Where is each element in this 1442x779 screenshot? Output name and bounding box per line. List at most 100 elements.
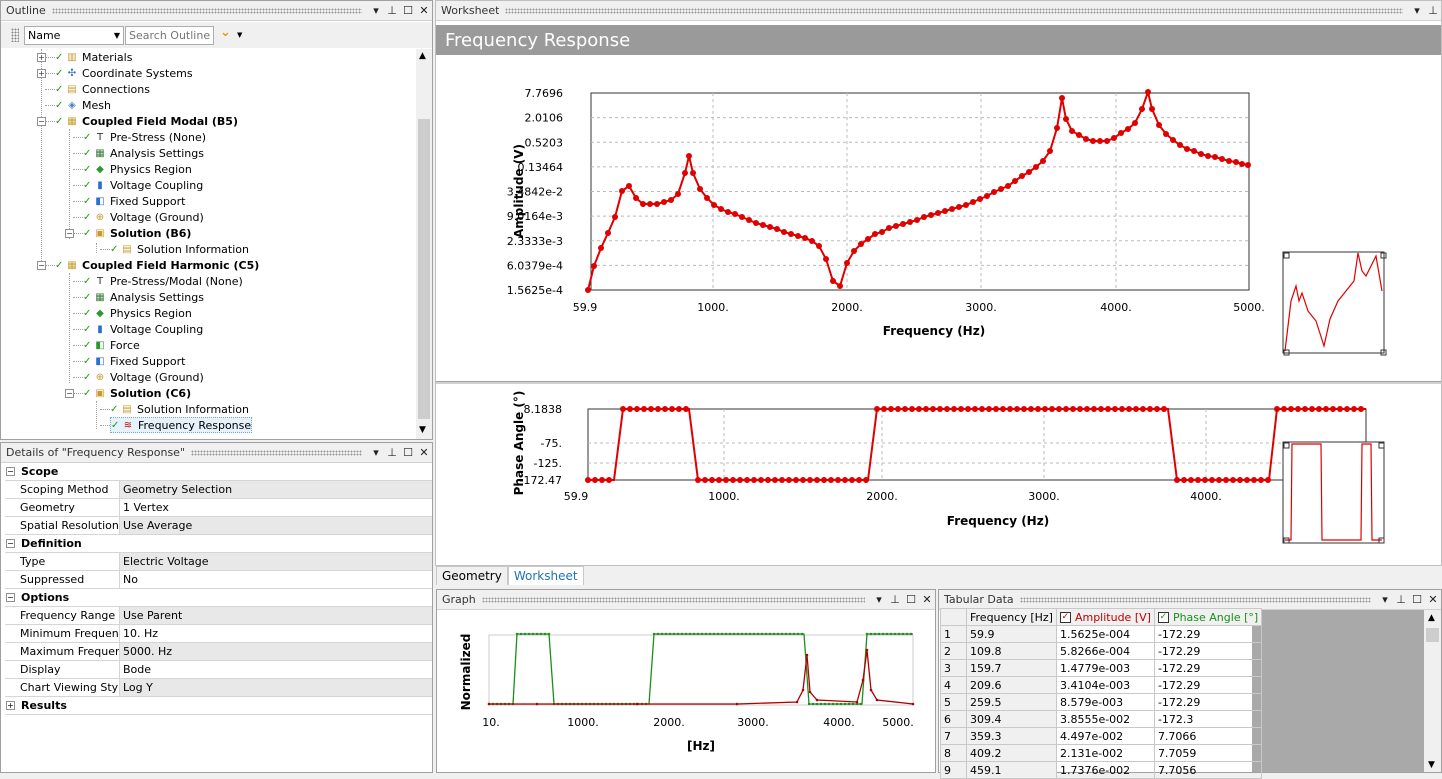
tree-item[interactable]: ✓ ◧ Fixed Support [83,193,186,209]
scroll-up-icon[interactable]: ▲ [1428,613,1435,623]
details-row[interactable]: Display Bode [5,661,432,679]
outline-scrollbar[interactable]: ▲ ▼ [416,49,432,439]
scroll-up-icon[interactable]: ▲ [419,51,426,61]
titlebar-grip[interactable] [51,7,362,14]
table-row[interactable]: 3 159.7 1.4779e-003 -172.29 [940,659,1263,677]
details-row[interactable]: Suppressed No [5,571,432,589]
tree-item[interactable]: ✓ ▮ Voltage Coupling [83,321,203,337]
property-value[interactable]: Bode [120,661,432,678]
tree-item[interactable]: ✓ ▦ Coupled Field Harmonic (C5) [55,257,259,273]
section-toggle-icon[interactable]: − [6,539,15,548]
titlebar-grip[interactable] [191,449,362,456]
tree-item[interactable]: ✓ ≋ Frequency Response [110,417,253,433]
menu-arrow-icon[interactable]: ▾ [1377,592,1393,608]
property-value[interactable]: Log Y [120,679,432,696]
col-amplitude[interactable]: ✓ Amplitude [V] [1055,608,1155,626]
close-icon[interactable]: ✕ [919,592,935,608]
menu-arrow-icon[interactable]: ▾ [871,592,887,608]
table-row[interactable]: 7 359.3 4.497e-002 7.7066 [940,727,1263,745]
tab-worksheet[interactable]: Worksheet [507,566,584,585]
section-toggle-icon[interactable]: + [6,701,15,710]
tree-item[interactable]: ✓ ▦ Coupled Field Modal (B5) [55,113,238,129]
close-icon[interactable]: ✕ [416,445,432,461]
property-value[interactable]: No [120,571,432,588]
details-row[interactable]: Geometry 1 Vertex [5,499,432,517]
details-row[interactable]: Scoping Method Geometry Selection [5,481,432,499]
table-row[interactable]: 1 59.9 1.5625e-004 -172.29 [940,625,1263,643]
tree-item[interactable]: ✓ T Pre-Stress (None) [83,129,206,145]
property-value[interactable]: 10. Hz [120,625,432,642]
property-value[interactable]: Use Average [120,517,432,534]
pin-icon[interactable]: ⊥ [384,3,400,19]
details-section[interactable]: − Scope [5,463,432,481]
scroll-thumb[interactable] [418,119,430,419]
tree-item[interactable]: ✓ ◧ Fixed Support [83,353,186,369]
menu-arrow-icon[interactable]: ▾ [368,445,384,461]
tabular-scrollbar[interactable]: ▲ ▼ [1424,610,1441,772]
property-value[interactable]: 5000. Hz [120,643,432,660]
details-row[interactable]: Minimum Frequency10. Hz [5,625,432,643]
name-select[interactable]: Name ▼ [24,26,124,45]
details-section[interactable]: + Results [5,697,432,715]
col-frequency[interactable]: Frequency [Hz] [966,608,1057,626]
search-outline-input[interactable] [125,26,214,45]
tree-item[interactable]: ✓ ▦ Analysis Settings [83,145,204,161]
details-row[interactable]: Maximum Frequency5000. Hz [5,643,432,661]
tree-item[interactable]: ✓ ◆ Physics Region [83,161,192,177]
tree-item[interactable]: ✓ ✣ Coordinate Systems [55,65,193,81]
maximize-icon[interactable]: ☐ [400,445,416,461]
tree-item[interactable]: ✓ ▤ Solution Information [110,241,249,257]
table-row[interactable]: 8 409.2 2.131e-002 7.7059 [940,744,1263,762]
details-row[interactable]: Chart Viewing Style Log Y [5,679,432,697]
property-value[interactable]: Electric Voltage [120,553,432,570]
table-row[interactable]: 5 259.5 8.579e-003 -172.29 [940,693,1263,711]
section-toggle-icon[interactable]: − [6,467,15,476]
phase-checkbox[interactable]: ✓ [1157,612,1169,623]
menu-arrow-icon[interactable]: ▾ [368,3,384,19]
scroll-down-icon[interactable]: ▼ [419,425,426,435]
col-phase[interactable]: ✓ Phase Angle [°] [1153,608,1263,626]
tree-item[interactable]: ✓ ▣ Solution (C6) [83,385,191,401]
amplitude-checkbox[interactable]: ✓ [1059,612,1071,623]
tree-item[interactable]: ✓ T Pre-Stress/Modal (None) [83,273,243,289]
details-row[interactable]: Frequency Range Use Parent [5,607,432,625]
pin-icon[interactable]: ⊥ [1393,592,1409,608]
property-value[interactable]: 1 Vertex [120,499,432,516]
tab-geometry[interactable]: Geometry [436,566,508,585]
scroll-thumb[interactable] [1426,628,1439,642]
details-section[interactable]: − Options [5,589,432,607]
table-row[interactable]: 2 109.8 5.8266e-004 -172.29 [940,642,1263,660]
tree-item[interactable]: ✓ ▤ Solution Information [110,401,249,417]
tree-item[interactable]: ✓ ◆ Physics Region [83,305,192,321]
tree-item[interactable]: ✓ ▦ Analysis Settings [83,289,204,305]
section-toggle-icon[interactable]: − [6,593,15,602]
details-row[interactable]: Type Electric Voltage [5,553,432,571]
table-row[interactable]: 9 459.1 1.7376e-002 7.7056 [940,761,1263,779]
close-icon[interactable]: ✕ [416,3,432,19]
scroll-down-icon[interactable]: ▼ [1428,760,1435,770]
property-value[interactable]: Geometry Selection [120,481,432,498]
tree-item[interactable]: ✓ ▤ Connections [55,81,150,97]
property-value[interactable]: Use Parent [120,607,432,624]
pin-icon[interactable]: ⊥ [887,592,903,608]
maximize-icon[interactable]: ☐ [1409,592,1425,608]
tree-item[interactable]: ✓ ▮ Voltage Coupling [83,177,203,193]
details-row[interactable]: Spatial Resolution Use Average [5,517,432,535]
table-row[interactable]: 4 209.6 3.4104e-003 -172.29 [940,676,1263,694]
tree-item[interactable]: ✓ ⊕ Voltage (Ground) [83,369,204,385]
tree-item[interactable]: ✓ ◈ Mesh [55,97,111,113]
maximize-icon[interactable]: ☐ [903,592,919,608]
tree-item[interactable]: ✓ ◧ Force [83,337,140,353]
search-options-icon[interactable]: ⌄ [220,25,231,40]
tree-item[interactable]: ✓ ▣ Solution (B6) [83,225,191,241]
tree-item[interactable]: ✓ ⊕ Voltage (Ground) [83,209,204,225]
close-icon[interactable]: ✕ [1425,592,1441,608]
titlebar-grip[interactable] [1019,596,1371,603]
maximize-icon[interactable]: ☐ [400,3,416,19]
details-section[interactable]: − Definition [5,535,432,553]
titlebar-grip[interactable] [481,596,865,603]
pin-icon[interactable]: ⊥ [384,445,400,461]
table-row[interactable]: 6 309.4 3.8555e-002 -172.3 [940,710,1263,728]
search-dropdown-icon[interactable]: ▼ [237,31,242,39]
tree-item[interactable]: ✓ ▥ Materials [55,49,132,65]
